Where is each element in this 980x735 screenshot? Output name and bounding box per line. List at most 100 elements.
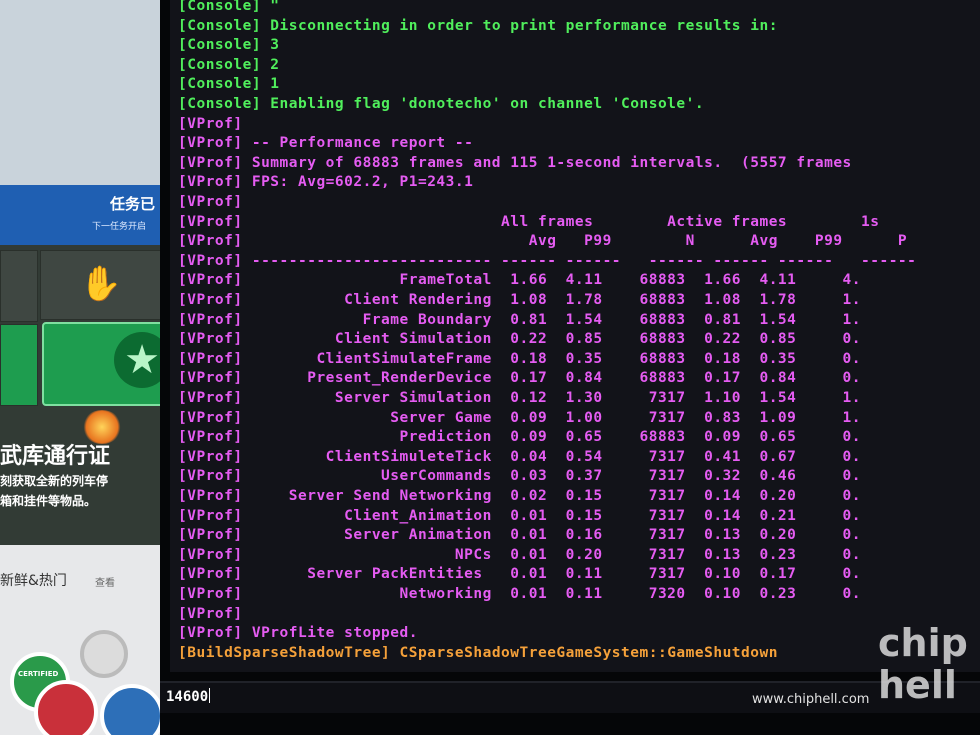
- console-line-channel: [Console]: [178, 76, 262, 93]
- console-line-text: VProfLite stopped.: [242, 625, 418, 642]
- console-line: [VProf]: [178, 606, 243, 622]
- console-input[interactable]: 14600: [166, 688, 211, 705]
- armory-pass-desc-line2: 箱和挂件等物品。: [0, 494, 97, 508]
- console-line-text: 3: [261, 37, 280, 54]
- console-line: [Console] Disconnecting in order to prin…: [178, 18, 778, 34]
- console-line-channel: [VProf]: [178, 625, 243, 642]
- console-line-channel: [VProf]: [178, 586, 243, 602]
- armory-pass-title: 武库通行证: [0, 444, 111, 469]
- console-line-channel: [Console]: [178, 17, 262, 34]
- console-line-text: Server PackEntities 0.01 0.11 7317 0.10 …: [242, 566, 862, 583]
- console-line: [Console] Enabling flag 'donotecho' on c…: [178, 96, 704, 112]
- console-line-channel: [VProf]: [178, 527, 243, 544]
- console-line: [Console] 2: [178, 57, 280, 73]
- console-line: [VProf] Server Simulation 0.12 1.30 7317…: [178, 390, 861, 406]
- console-line-channel: [VProf]: [178, 194, 243, 210]
- console-line: [VProf] Avg P99 N Avg P99 P: [178, 233, 907, 249]
- console-line-text: Client Rendering 1.08 1.78 68883 1.08 1.…: [242, 292, 862, 308]
- console-line-text: Enabling flag 'donotecho' on channel 'Co…: [261, 96, 705, 112]
- console-line-text: Server Game 0.09 1.00 7317 0.83 1.09 1.: [242, 409, 862, 426]
- console-line-channel: [VProf]: [178, 272, 243, 289]
- console-line-channel: [Console]: [178, 0, 262, 14]
- console-output[interactable]: [Console] " [Console] Disconnecting in or…: [170, 0, 980, 672]
- console-line-channel: [VProf]: [178, 429, 243, 446]
- console-line-text: CSparseShadowTreeGameSystem::GameShutdow…: [390, 644, 778, 661]
- logo-line2: hell: [878, 663, 957, 707]
- logo-line1: chip: [878, 621, 968, 665]
- console-line: [VProf] Summary of 68883 frames and 115 …: [178, 155, 852, 171]
- console-line-text: Prediction 0.09 0.65 68883 0.09 0.65 0.: [242, 429, 862, 446]
- console-line-text: -- Performance report --: [242, 135, 474, 152]
- console-line-channel: [VProf]: [178, 370, 243, 387]
- console-line: [VProf] All frames Active frames 1s: [178, 214, 879, 230]
- console-line-text: Server Send Networking 0.02 0.15 7317 0.…: [242, 488, 862, 504]
- console-line-text: Present_RenderDevice 0.17 0.84 68883 0.1…: [242, 370, 862, 387]
- console-line-text: All frames Active frames 1s: [242, 213, 880, 230]
- console-line-channel: [VProf]: [178, 174, 243, 191]
- console-line: [VProf] UserCommands 0.03 0.37 7317 0.32…: [178, 468, 861, 484]
- console-line: [VProf] Server PackEntities 0.01 0.11 73…: [178, 566, 861, 582]
- text-caret: [209, 688, 211, 703]
- armory-pass-desc-line1: 刻获取全新的列车停: [0, 474, 109, 488]
- console-line: [VProf] Server Game 0.09 1.00 7317 0.83 …: [178, 410, 861, 426]
- console-line-text: NPCs 0.01 0.20 7317 0.13 0.23 0.: [242, 546, 862, 563]
- console-line-channel: [VProf]: [178, 488, 243, 504]
- item-tile[interactable]: [0, 324, 38, 406]
- certified-badge-icon: [34, 680, 98, 735]
- pass-ticket-icon: ★: [42, 322, 170, 406]
- background-app: 任务已 下一任务开启 ✋ ★ 武库通行证 刻获取全新的列车停 箱和挂件等物品。 …: [0, 0, 175, 735]
- console-line: [VProf] Client Rendering 1.08 1.78 68883…: [178, 292, 861, 308]
- console-line: [VProf] NPCs 0.01 0.20 7317 0.13 0.23 0.: [178, 547, 861, 563]
- console-line-channel: [VProf]: [178, 448, 243, 465]
- console-line: [VProf] Server Animation 0.01 0.16 7317 …: [178, 527, 861, 543]
- console-line-channel: [VProf]: [178, 252, 243, 269]
- console-input-value: 14600: [166, 689, 209, 705]
- console-line: [VProf] -- Performance report --: [178, 135, 473, 151]
- mission-banner[interactable]: 任务已 下一任务开启: [0, 185, 175, 245]
- console-line-text: Server Animation 0.01 0.16 7317 0.13 0.2…: [242, 527, 862, 544]
- console-line-channel: [VProf]: [178, 409, 243, 426]
- sticker-icon: [80, 630, 128, 678]
- console-line-channel: [VProf]: [178, 233, 243, 250]
- console-line: [VProf] Server Send Networking 0.02 0.15…: [178, 488, 861, 504]
- console-line-channel: [BuildSparseShadowTree]: [178, 644, 391, 661]
- console-line-text: ClientSimulateFrame 0.18 0.35 68883 0.18…: [242, 350, 862, 367]
- watermark-url: www.chiphell.com: [752, 692, 870, 707]
- console-line-channel: [Console]: [178, 37, 262, 54]
- console-line-text: Summary of 68883 frames and 115 1-second…: [242, 154, 852, 171]
- console-line-channel: [VProf]: [178, 507, 243, 524]
- mission-banner-title: 任务已: [110, 195, 156, 213]
- console-line-text: Client Simulation 0.22 0.85 68883 0.22 0…: [242, 331, 862, 348]
- console-line-channel: [VProf]: [178, 213, 243, 230]
- chiphell-logo: chip hell: [878, 622, 978, 722]
- console-line-text: Client_Animation 0.01 0.15 7317 0.14 0.2…: [242, 507, 862, 524]
- console-line-channel: [VProf]: [178, 135, 243, 152]
- console-line-channel: [Console]: [178, 96, 262, 112]
- console-line-text: FPS: Avg=602.2, P1=243.1: [242, 174, 474, 191]
- item-tile[interactable]: [0, 250, 38, 322]
- console-line-text: Networking 0.01 0.11 7320 0.10 0.23 0.: [242, 586, 862, 602]
- console-line: [Console] 1: [178, 76, 280, 92]
- console-line: [VProf] Frame Boundary 0.81 1.54 68883 0…: [178, 312, 861, 328]
- console-line-text: 2: [261, 56, 280, 73]
- console-line: [VProf] Client_Animation 0.01 0.15 7317 …: [178, 508, 861, 524]
- console-line-text: ClientSimuleteTick 0.04 0.54 7317 0.41 0…: [242, 448, 862, 465]
- console-line: [VProf] Networking 0.01 0.11 7320 0.10 0…: [178, 586, 861, 602]
- console-line: [Console] 3: [178, 37, 280, 53]
- section-link[interactable]: 查看: [95, 574, 115, 589]
- console-line-channel: [VProf]: [178, 350, 243, 367]
- console-line-channel: [VProf]: [178, 605, 243, 622]
- console-line: [VProf] Client Simulation 0.22 0.85 6888…: [178, 331, 861, 347]
- console-line-text: FrameTotal 1.66 4.11 68883 1.66 4.11 4.: [242, 272, 862, 289]
- mission-banner-subtitle: 下一任务开启: [92, 222, 147, 232]
- background-top-panel: [0, 0, 175, 185]
- console-line-channel: [VProf]: [178, 546, 243, 563]
- gloves-icon: ✋: [79, 264, 123, 304]
- console-line: [VProf] Present_RenderDevice 0.17 0.84 6…: [178, 370, 861, 386]
- console-line-channel: [Console]: [178, 56, 262, 73]
- console-line-channel: [VProf]: [178, 468, 243, 485]
- section-title: 新鲜&热门: [0, 573, 67, 589]
- console-line-channel: [VProf]: [178, 331, 243, 348]
- console-line-channel: [VProf]: [178, 115, 243, 132]
- console-line: [VProf] ClientSimuleteTick 0.04 0.54 731…: [178, 449, 861, 465]
